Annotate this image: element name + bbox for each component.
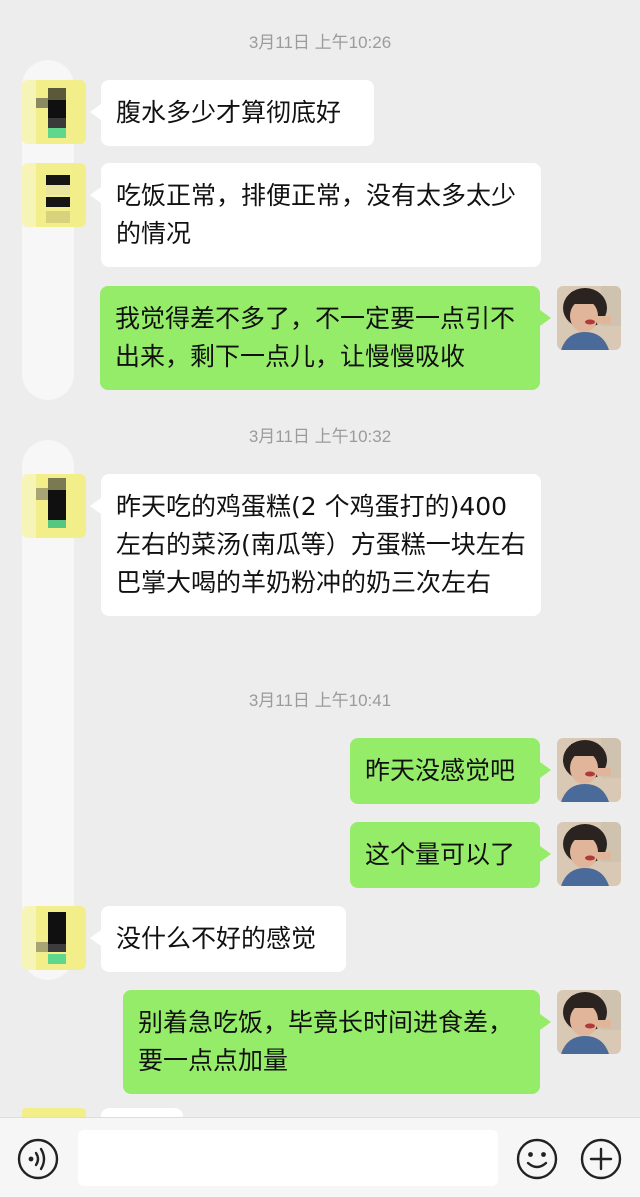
- timestamp: 3月11日 上午10:26: [248, 33, 392, 52]
- contact-avatar-pixelated[interactable]: [22, 1108, 86, 1117]
- my-avatar[interactable]: [557, 286, 621, 350]
- avatar-image: [22, 906, 86, 970]
- contact-avatar-pixelated[interactable]: [22, 80, 86, 144]
- message-bubble-outgoing[interactable]: 昨天没感觉吧: [350, 738, 551, 804]
- plus-icon[interactable]: [580, 1138, 622, 1180]
- user-photo-icon: [557, 822, 621, 886]
- user-photo-icon: [557, 286, 621, 350]
- contact-avatar-pixelated[interactable]: [22, 906, 86, 970]
- contact-avatar-pixelated[interactable]: [22, 163, 86, 227]
- my-avatar[interactable]: [557, 738, 621, 802]
- input-bar: [0, 1117, 640, 1197]
- chat-message-list[interactable]: 3月11日 上午10:26 腹水多少才算彻底好 吃饭正常，排便正常，没有太多太少…: [0, 0, 640, 1117]
- avatar-image: [22, 163, 86, 227]
- timestamp: 3月11日 上午10:32: [248, 427, 392, 446]
- user-photo-icon: [557, 990, 621, 1054]
- emoji-icon[interactable]: [516, 1138, 558, 1180]
- timestamp: 3月11日 上午10:41: [248, 691, 392, 710]
- my-avatar[interactable]: [557, 822, 621, 886]
- message-bubble-incoming[interactable]: 吃饭正常，排便正常，没有太多太少的情况: [90, 163, 541, 267]
- message-bubble-outgoing[interactable]: 别着急吃饭，毕竟长时间进食差，要一点点加量: [123, 990, 551, 1094]
- contact-avatar-pixelated[interactable]: [22, 474, 86, 538]
- message-bubble-outgoing[interactable]: 我觉得差不多了，不一定要一点引不出来，剩下一点儿，让慢慢吸收: [100, 286, 551, 390]
- avatar-image: [22, 80, 86, 144]
- message-bubble-incoming[interactable]: 没什么不好的感觉: [90, 906, 346, 972]
- avatar-image: [22, 1108, 86, 1117]
- message-bubble-outgoing[interactable]: 这个量可以了: [350, 822, 551, 888]
- avatar-image: [22, 474, 86, 538]
- my-avatar[interactable]: [557, 990, 621, 1054]
- message-bubble-incoming[interactable]: 昨天吃的鸡蛋糕(2 个鸡蛋打的)400左右的菜汤(南瓜等）方蛋糕一块左右巴掌大喝…: [90, 474, 541, 616]
- message-bubble-incoming[interactable]: 腹水多少才算彻底好: [90, 80, 374, 146]
- user-photo-icon: [557, 738, 621, 802]
- message-bubble-incoming[interactable]: [101, 1108, 183, 1117]
- voice-icon[interactable]: [17, 1138, 59, 1180]
- message-input[interactable]: [78, 1130, 498, 1186]
